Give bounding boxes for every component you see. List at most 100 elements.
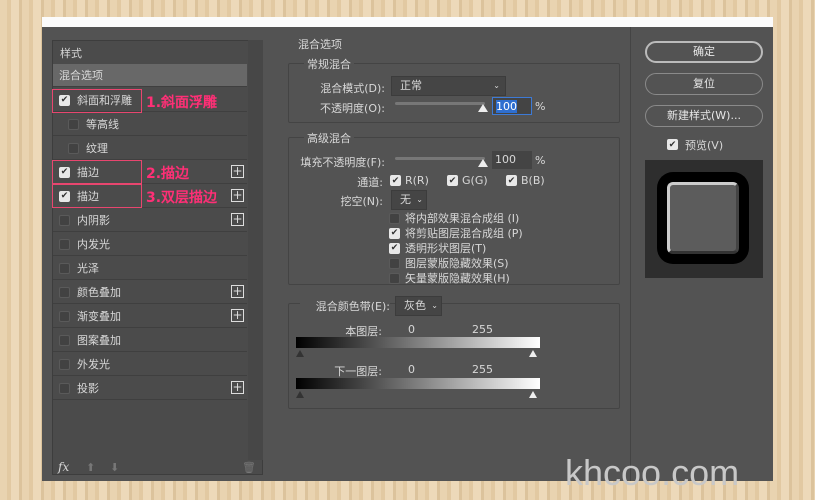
reset-button[interactable]: 复位 — [645, 73, 763, 95]
underlying-white-thumb[interactable] — [529, 391, 537, 398]
add-icon[interactable]: + — [231, 213, 244, 226]
style-item[interactable]: 等高线 — [53, 113, 247, 136]
style-item[interactable]: 内发光 — [53, 233, 247, 256]
style-checkbox[interactable] — [68, 118, 79, 130]
fill-opacity-input[interactable]: 100 — [492, 151, 532, 169]
advanced-option[interactable]: 矢量蒙版隐藏效果(H) — [389, 270, 510, 286]
fill-opacity-label: 填充不透明度(F): — [300, 156, 385, 169]
style-item[interactable]: 图案叠加 — [53, 329, 247, 352]
option-checkbox[interactable]: ✔ — [389, 242, 400, 254]
option-label: 矢量蒙版隐藏效果(H) — [405, 272, 510, 285]
annotation-2: 2.描边 — [146, 166, 190, 182]
annotation-1: 1.斜面浮雕 — [146, 95, 218, 111]
blend-if-label: 混合颜色带(E): — [300, 298, 390, 314]
style-item[interactable]: 内阴影 + — [53, 209, 247, 232]
option-checkbox[interactable] — [389, 272, 400, 284]
style-label: 等高线 — [86, 118, 119, 131]
style-item[interactable]: 渐变叠加 + — [53, 305, 247, 328]
add-icon[interactable]: + — [231, 285, 244, 298]
advanced-option[interactable]: 将内部效果混合成组 (I) — [389, 210, 519, 226]
underlying-max: 255 — [472, 363, 493, 376]
style-item[interactable]: 纹理 — [53, 137, 247, 160]
style-checkbox[interactable] — [59, 262, 70, 274]
style-checkbox[interactable] — [59, 358, 70, 370]
blend-if-value: 灰色 — [404, 299, 426, 312]
style-item[interactable]: 外发光 — [53, 353, 247, 376]
underlying-label: 下一图层: — [334, 365, 382, 378]
ok-button[interactable]: 确定 — [645, 41, 763, 63]
add-icon[interactable]: + — [231, 309, 244, 322]
section-title: 混合选项 — [298, 38, 342, 51]
knockout-value: 无 — [400, 193, 411, 206]
channels-label: 通道: — [357, 176, 383, 189]
style-label: 内阴影 — [77, 214, 110, 227]
fx-button[interactable]: fx — [58, 460, 69, 474]
advanced-option[interactable]: ✔ 透明形状图层(T) — [389, 240, 486, 256]
this-layer-gradient — [296, 337, 540, 348]
styles-scrollbar[interactable] — [248, 40, 263, 460]
channel-g-checkbox[interactable]: ✔ — [447, 175, 458, 186]
advanced-title: 高级混合 — [304, 130, 354, 146]
advanced-option[interactable]: ✔ 将剪贴图层混合成组 (P) — [389, 225, 523, 241]
channel-b-label: B(B) — [521, 174, 545, 187]
style-label: 颜色叠加 — [77, 286, 121, 299]
preview-thumbnail — [645, 160, 763, 278]
advanced-option[interactable]: 图层蒙版隐藏效果(S) — [389, 255, 509, 271]
blend-mode-select[interactable]: 正常 ⌄ — [391, 76, 506, 96]
preview-label: 预览(V) — [685, 139, 724, 152]
option-checkbox[interactable]: ✔ — [389, 227, 400, 239]
fill-pct: % — [535, 154, 546, 167]
move-up-icon[interactable]: ⬆ — [86, 461, 95, 474]
preview-checkbox[interactable]: ✔ — [667, 139, 678, 150]
channel-r-checkbox[interactable]: ✔ — [390, 175, 401, 186]
mode-label: 混合模式(D): — [320, 82, 385, 95]
style-label: 渐变叠加 — [77, 310, 121, 323]
add-icon[interactable]: + — [231, 189, 244, 202]
chevron-down-icon: ⌄ — [431, 301, 438, 310]
annotation-box-1 — [52, 89, 142, 113]
style-checkbox[interactable] — [59, 310, 70, 322]
fill-opacity-thumb[interactable] — [478, 159, 488, 167]
knockout-select[interactable]: 无 ⌄ — [391, 190, 427, 210]
divider — [630, 27, 631, 481]
chevron-down-icon: ⌄ — [493, 81, 500, 90]
opacity-pct: % — [535, 100, 546, 113]
this-layer-white-thumb[interactable] — [529, 350, 537, 357]
option-checkbox[interactable] — [389, 257, 400, 269]
new-style-button[interactable]: 新建样式(W)... — [645, 105, 763, 127]
this-layer-min: 0 — [408, 323, 415, 336]
add-icon[interactable]: + — [231, 165, 244, 178]
window-title-bar — [42, 17, 773, 27]
style-checkbox[interactable] — [59, 214, 70, 226]
opacity-label: 不透明度(O): — [320, 102, 385, 115]
style-checkbox[interactable] — [68, 142, 79, 154]
trash-icon[interactable]: 🗑 — [242, 461, 256, 474]
this-layer-black-thumb[interactable] — [296, 350, 304, 357]
style-checkbox[interactable] — [59, 238, 70, 250]
option-label: 将内部效果混合成组 (I) — [405, 212, 520, 225]
style-label: 外发光 — [77, 358, 110, 371]
style-checkbox[interactable] — [59, 334, 70, 346]
blend-if-select[interactable]: 灰色 ⌄ — [395, 296, 442, 316]
style-checkbox[interactable] — [59, 286, 70, 298]
move-down-icon[interactable]: ⬇ — [110, 461, 119, 474]
style-item[interactable]: 颜色叠加 + — [53, 281, 247, 304]
annotation-box-2 — [52, 160, 142, 184]
annotation-box-3 — [52, 184, 142, 208]
opacity-slider[interactable] — [395, 102, 485, 105]
style-label: 纹理 — [86, 142, 108, 155]
opacity-input[interactable]: 100 — [492, 97, 532, 115]
style-item[interactable]: 光泽 — [53, 257, 247, 280]
add-icon[interactable]: + — [231, 381, 244, 394]
channel-g-label: G(G) — [462, 174, 488, 187]
opacity-slider-thumb[interactable] — [478, 104, 488, 112]
style-item[interactable]: 投影 + — [53, 377, 247, 400]
channel-b-checkbox[interactable]: ✔ — [506, 175, 517, 186]
style-checkbox[interactable] — [59, 382, 70, 394]
underlying-black-thumb[interactable] — [296, 391, 304, 398]
general-title: 常规混合 — [304, 56, 354, 72]
fill-opacity-slider[interactable] — [395, 157, 485, 160]
blend-mode-value: 正常 — [400, 79, 422, 92]
blend-options-item[interactable]: 混合选项 — [53, 64, 247, 87]
option-checkbox[interactable] — [389, 212, 400, 224]
